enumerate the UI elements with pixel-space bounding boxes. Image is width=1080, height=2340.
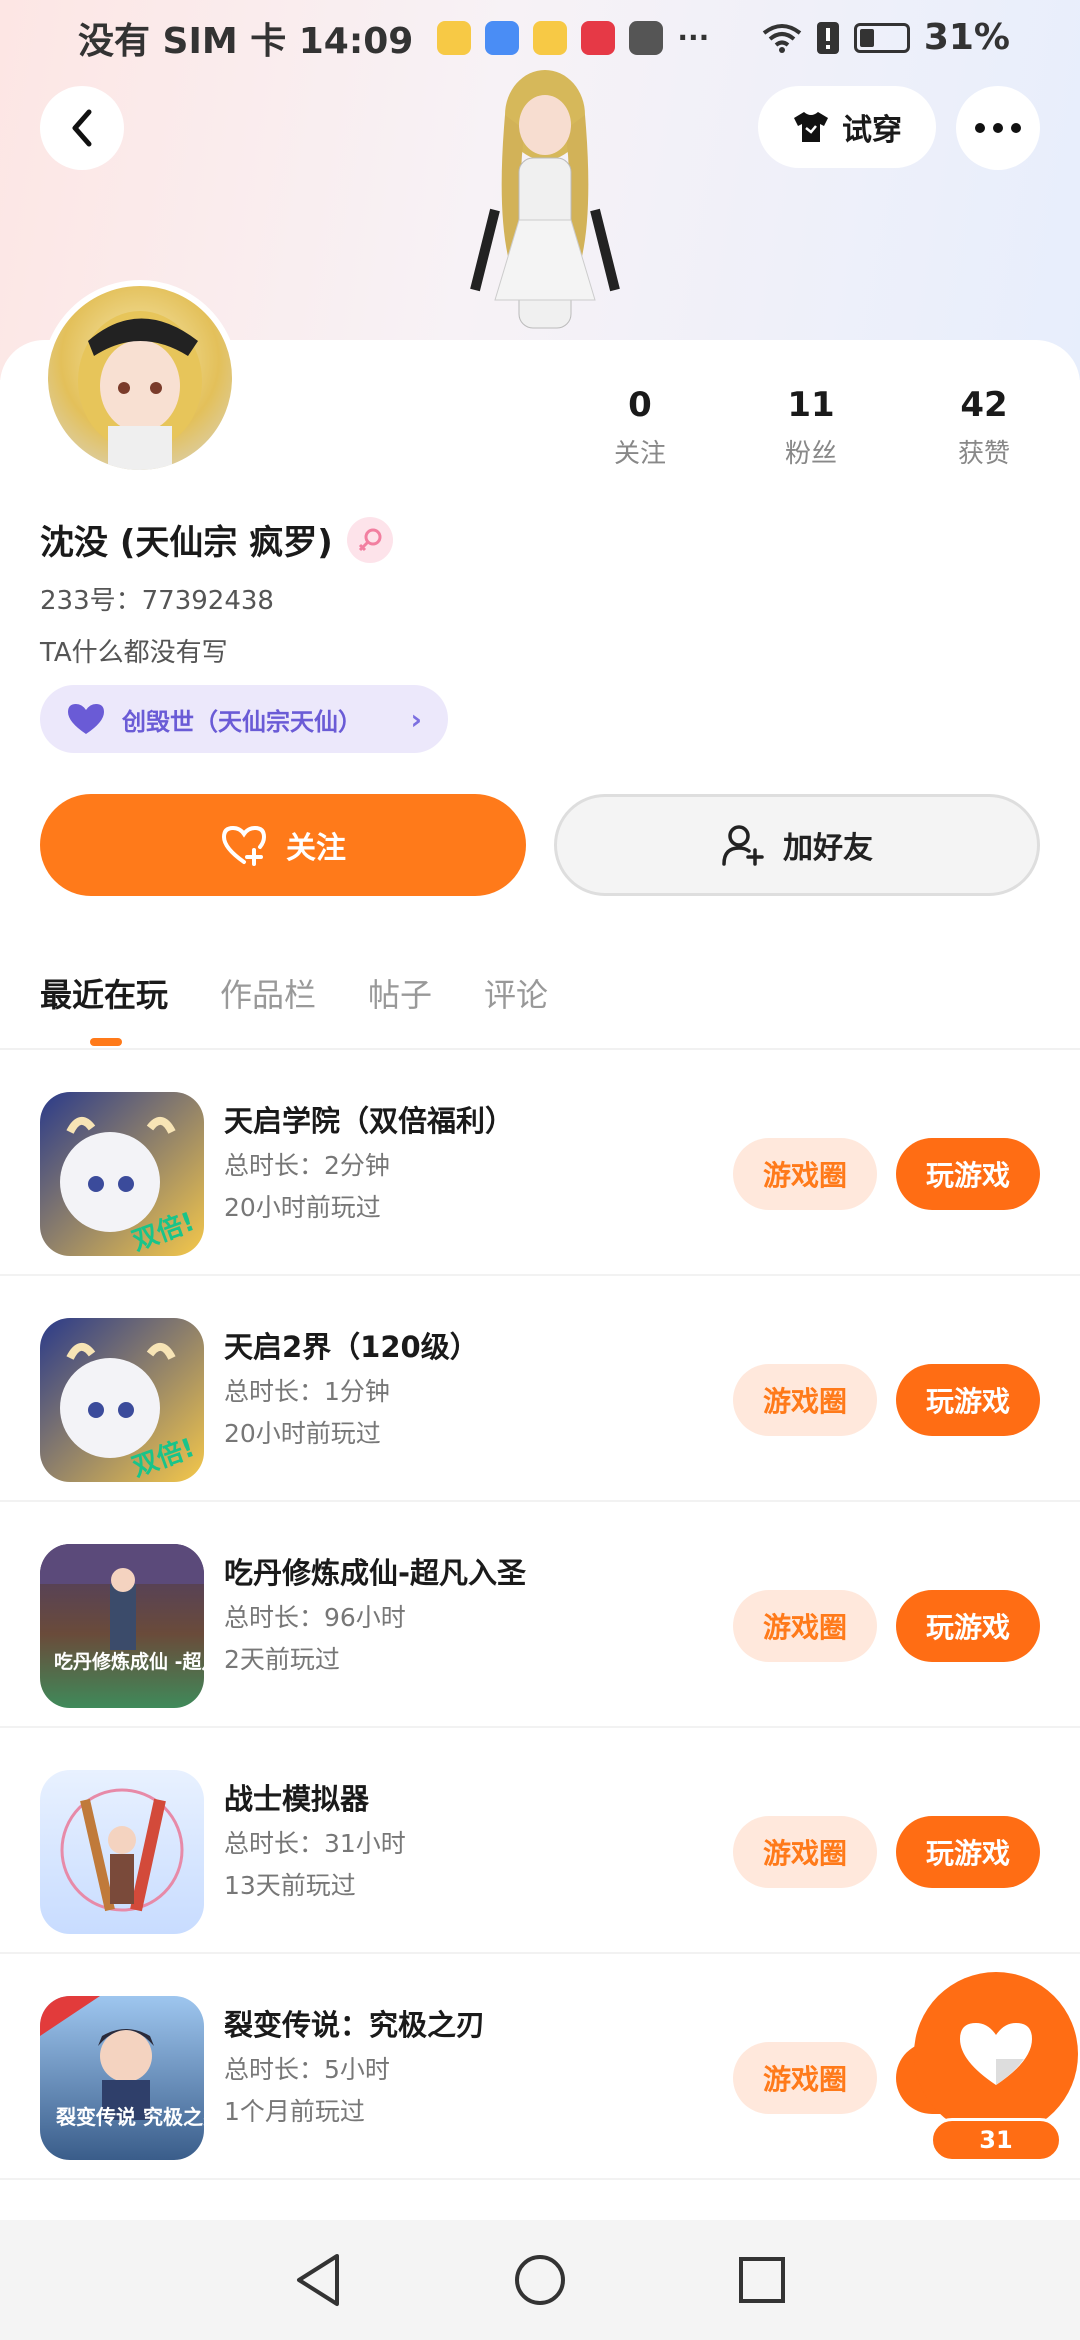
game-row[interactable]: 双倍! 天启学院（双倍福利） 总时长：2分钟 20小时前玩过 游戏圈 玩游戏 [0, 1050, 1080, 1276]
following-label: 关注 [613, 439, 666, 469]
profile-tabs: 最近在玩 作品栏 帖子 评论 [40, 970, 548, 1016]
game-icon[interactable]: 裂变传说 究极之刃 [40, 1996, 204, 2160]
huawei-icon [629, 20, 664, 55]
game-duration: 总时长：5小时 [224, 2055, 390, 2084]
play-game-button[interactable]: 玩游戏 [896, 1138, 1040, 1210]
home-circle-icon[interactable] [513, 2253, 567, 2307]
tab-works[interactable]: 作品栏 [220, 970, 316, 1016]
game-title: 天启学院（双倍福利） [224, 1104, 515, 1138]
followers-label: 粉丝 [784, 439, 837, 469]
play-game-button[interactable]: 玩游戏 [896, 1364, 1040, 1436]
try-on-label: 试穿 [842, 113, 902, 148]
system-navigation-bar [0, 2220, 1080, 2340]
game-icon[interactable]: 双倍! [40, 1318, 204, 1482]
game-icon-caption: 裂变传说 究极之刃 [56, 2105, 204, 2129]
game-circle-button[interactable]: 游戏圈 [733, 1590, 877, 1662]
game-circle-button[interactable]: 游戏圈 [733, 1138, 877, 1210]
tshirt-icon [794, 112, 828, 142]
bio-text: TA什么都没有写 [40, 638, 228, 668]
more-notifications-icon: ··· [677, 20, 710, 54]
game-duration: 总时长：2分钟 [224, 1151, 390, 1180]
game-last-played: 2天前玩过 [224, 1645, 340, 1674]
wifi-icon [762, 23, 802, 53]
heart-icon [960, 2023, 1032, 2085]
game-last-played: 1个月前玩过 [224, 2097, 365, 2126]
avatar[interactable] [42, 280, 238, 476]
avatar-image [78, 311, 202, 470]
game-title: 战士模拟器 [224, 1782, 370, 1816]
heart-plus-icon [221, 825, 267, 866]
game-icon[interactable]: 双倍! [40, 1092, 204, 1256]
stat-likes[interactable]: 42 获赞 [914, 385, 1054, 470]
like-bubble[interactable] [914, 1972, 1078, 2136]
tab-comments[interactable]: 评论 [484, 970, 548, 1016]
game-duration: 总时长：1分钟 [224, 1377, 390, 1406]
like-count: 31 [930, 2118, 1062, 2162]
follow-button[interactable]: 关注 [40, 794, 526, 896]
stat-following[interactable]: 0 关注 [570, 385, 710, 470]
weibo-icon [533, 20, 568, 55]
sim-alert-icon [816, 21, 839, 54]
game-row[interactable]: 吃丹修炼成仙 -超凡入圣 吃丹修炼成仙-超凡入圣 总时长：96小时 2天前玩过 … [0, 1502, 1080, 1728]
likes-label: 获赞 [957, 439, 1010, 469]
status-bar: 没有 SIM 卡 14:09 ··· 31% [0, 0, 1080, 75]
tab-recently-played[interactable]: 最近在玩 [40, 970, 168, 1016]
tab-posts[interactable]: 帖子 [368, 970, 432, 1016]
game-last-played: 20小时前玩过 [224, 1193, 381, 1222]
game-duration: 总时长：96小时 [224, 1603, 406, 1632]
chevron-right-icon: › [410, 702, 422, 736]
sect-badge-label: 创毁世（天仙宗天仙） [122, 707, 362, 736]
stat-followers[interactable]: 11 粉丝 [741, 385, 881, 470]
back-button[interactable] [40, 86, 124, 170]
game-circle-button[interactable]: 游戏圈 [733, 1364, 877, 1436]
shield-icon [485, 20, 520, 55]
back-triangle-icon[interactable] [293, 2252, 343, 2308]
game-last-played: 20小时前玩过 [224, 1419, 381, 1448]
play-game-button[interactable]: 玩游戏 [896, 1816, 1040, 1888]
notification-icons: ··· [437, 20, 710, 55]
carrier-time-text: 没有 SIM 卡 14:09 [78, 20, 414, 62]
game-circle-button[interactable]: 游戏圈 [733, 1816, 877, 1888]
game-last-played: 13天前玩过 [224, 1871, 356, 1900]
book-icon [581, 20, 616, 55]
add-friend-label: 加好友 [783, 831, 873, 866]
followers-count: 11 [787, 385, 835, 425]
game-title: 天启2界（120级） [224, 1330, 479, 1364]
chevron-left-icon [72, 109, 92, 147]
battery-icon [853, 22, 910, 53]
game-icon-caption: 吃丹修炼成仙 -超凡入圣 [54, 1650, 204, 1673]
following-count: 0 [628, 385, 652, 425]
sect-badge-chip[interactable]: 创毁世（天仙宗天仙） › [40, 685, 448, 753]
game-icon[interactable]: 吃丹修炼成仙 -超凡入圣 [40, 1544, 204, 1708]
profile-name: 沈没 (天仙宗 疯罗) [40, 523, 333, 563]
game-title: 裂变传说：究极之刃 [224, 2008, 486, 2042]
floating-like-button[interactable]: 31 [914, 1972, 1078, 2162]
active-tab-indicator [90, 1038, 122, 1046]
game-row[interactable]: 双倍! 天启2界（120级） 总时长：1分钟 20小时前玩过 游戏圈 玩游戏 [0, 1276, 1080, 1502]
game-row[interactable]: 战士模拟器 总时长：31小时 13天前玩过 游戏圈 玩游戏 [0, 1728, 1080, 1954]
user-id: 233号：77392438 [40, 586, 274, 616]
game-circle-button[interactable]: 游戏圈 [733, 2042, 877, 2114]
play-game-button[interactable]: 玩游戏 [896, 1590, 1040, 1662]
battery-percent: 31% [923, 17, 1010, 58]
add-user-icon [722, 825, 764, 866]
follow-label: 关注 [286, 831, 346, 866]
game-title: 吃丹修炼成仙-超凡入圣 [224, 1556, 527, 1590]
name-row: 沈没 (天仙宗 疯罗) [40, 515, 393, 564]
more-options-button[interactable] [956, 86, 1040, 170]
recent-apps-square-icon[interactable] [737, 2255, 787, 2305]
avatar-3d-figure [470, 70, 620, 329]
more-dots-icon [975, 123, 1021, 133]
add-friend-button[interactable]: 加好友 [554, 794, 1040, 896]
likes-count: 42 [960, 385, 1008, 425]
try-on-button[interactable]: 试穿 [758, 86, 936, 168]
game-icon[interactable] [40, 1770, 204, 1934]
game-duration: 总时长：31小时 [224, 1829, 406, 1858]
female-gender-icon [346, 516, 393, 563]
purple-heart-icon [68, 704, 104, 734]
weibo-icon [437, 20, 472, 55]
